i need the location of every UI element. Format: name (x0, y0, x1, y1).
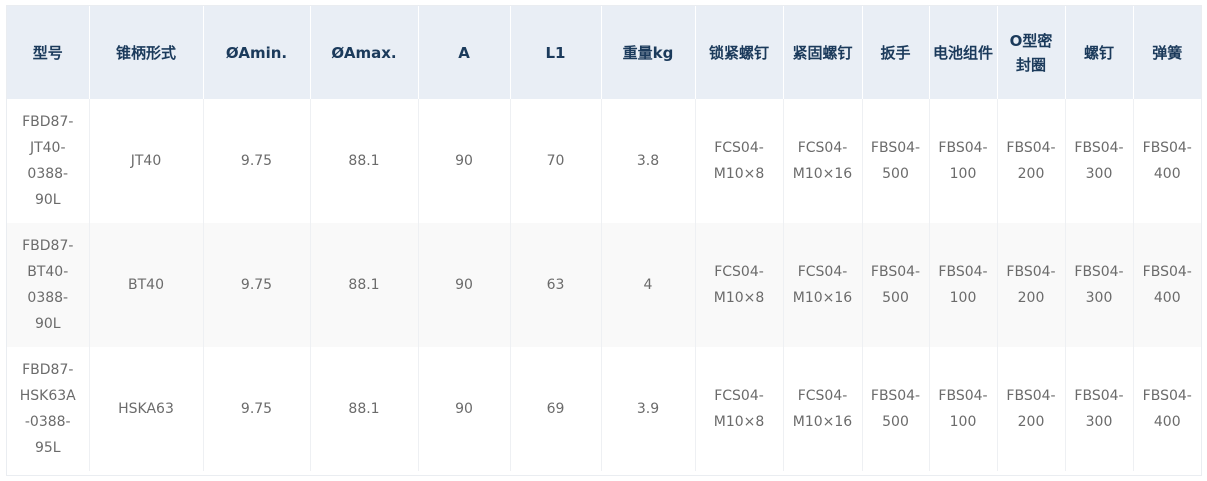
cell-battery-assembly: FBS04-100 (929, 347, 998, 471)
cell-l1: 63 (510, 223, 602, 347)
cell-diameter-max: 88.1 (310, 347, 419, 471)
table-header: 型号 锥柄形式 ØAmin. ØAmax. A L1 重量kg 锁紧螺钉 紧固螺… (7, 6, 1201, 99)
header-diameter-min: ØAmin. (203, 6, 311, 99)
cell-o-ring: FBS04-200 (997, 223, 1066, 347)
header-o-ring-text: O型密封圈 (1009, 31, 1053, 74)
header-spring: 弹簧 (1133, 6, 1201, 99)
cell-shank-type: HSKA63 (89, 347, 204, 471)
header-a: A (418, 6, 511, 99)
header-o-ring: O型密封圈 (997, 6, 1066, 99)
cell-diameter-max: 88.1 (310, 223, 419, 347)
cell-screw: FBS04-300 (1065, 223, 1134, 347)
cell-spring: FBS04-400 (1133, 99, 1201, 223)
cell-screw: FBS04-300 (1065, 347, 1134, 471)
cell-locking-screw-text: FCS04-M10×8 (713, 388, 765, 430)
cell-weight: 4 (601, 223, 696, 347)
page: 型号 锥柄形式 ØAmin. ØAmax. A L1 重量kg 锁紧螺钉 紧固螺… (0, 0, 1207, 481)
cell-a: 90 (418, 99, 511, 223)
cell-model-text: FBD87-HSK63A-0388-95L (19, 362, 76, 456)
cell-spring: FBS04-400 (1133, 223, 1201, 347)
cell-locking-screw: FCS04-M10×8 (695, 223, 784, 347)
header-row: 型号 锥柄形式 ØAmin. ØAmax. A L1 重量kg 锁紧螺钉 紧固螺… (7, 6, 1201, 99)
table-row: FBD87-HSK63A-0388-95L HSKA63 9.75 88.1 9… (7, 347, 1201, 471)
cell-l1: 70 (510, 99, 602, 223)
cell-shank-type: BT40 (89, 223, 204, 347)
cell-o-ring: FBS04-200 (997, 99, 1066, 223)
cell-diameter-max: 88.1 (310, 99, 419, 223)
spec-table: 型号 锥柄形式 ØAmin. ØAmax. A L1 重量kg 锁紧螺钉 紧固螺… (7, 6, 1201, 471)
header-locking-screw: 锁紧螺钉 (695, 6, 784, 99)
table-body: FBD87-JT40-0388-90L JT40 9.75 88.1 90 70… (7, 99, 1201, 471)
cell-locking-screw: FCS04-M10×8 (695, 99, 784, 223)
header-l1: L1 (510, 6, 602, 99)
cell-wrench: FBS04-500 (862, 347, 930, 471)
cell-locking-screw-text: FCS04-M10×8 (713, 140, 765, 182)
spec-table-container: 型号 锥柄形式 ØAmin. ØAmax. A L1 重量kg 锁紧螺钉 紧固螺… (6, 5, 1202, 476)
cell-fastening-screw: FCS04-M10×16 (783, 223, 863, 347)
cell-a: 90 (418, 223, 511, 347)
cell-screw: FBS04-300 (1065, 99, 1134, 223)
cell-locking-screw: FCS04-M10×8 (695, 347, 784, 471)
cell-weight: 3.8 (601, 99, 696, 223)
header-model: 型号 (7, 6, 90, 99)
header-battery-assembly: 电池组件 (929, 6, 998, 99)
cell-model: FBD87-JT40-0388-90L (7, 99, 90, 223)
cell-wrench: FBS04-500 (862, 99, 930, 223)
cell-model: FBD87-BT40-0388-90L (7, 223, 90, 347)
cell-fastening-screw: FCS04-M10×16 (783, 99, 863, 223)
cell-battery-assembly: FBS04-100 (929, 99, 998, 223)
cell-wrench: FBS04-500 (862, 223, 930, 347)
cell-battery-assembly: FBS04-100 (929, 223, 998, 347)
cell-spring: FBS04-400 (1133, 347, 1201, 471)
header-screw: 螺钉 (1065, 6, 1134, 99)
cell-l1: 69 (510, 347, 602, 471)
cell-weight: 3.9 (601, 347, 696, 471)
cell-diameter-min: 9.75 (203, 223, 311, 347)
cell-diameter-min: 9.75 (203, 99, 311, 223)
cell-locking-screw-text: FCS04-M10×8 (713, 264, 765, 306)
cell-a: 90 (418, 347, 511, 471)
cell-model-text: FBD87-BT40-0388-90L (22, 238, 74, 332)
table-row: FBD87-JT40-0388-90L JT40 9.75 88.1 90 70… (7, 99, 1201, 223)
header-weight: 重量kg (601, 6, 696, 99)
header-shank-type: 锥柄形式 (89, 6, 204, 99)
header-fastening-screw: 紧固螺钉 (783, 6, 863, 99)
cell-diameter-min: 9.75 (203, 347, 311, 471)
cell-model-text: FBD87-JT40-0388-90L (22, 114, 74, 208)
cell-shank-type: JT40 (89, 99, 204, 223)
header-diameter-max: ØAmax. (310, 6, 419, 99)
cell-model: FBD87-HSK63A-0388-95L (7, 347, 90, 471)
header-wrench: 扳手 (862, 6, 930, 99)
cell-fastening-screw: FCS04-M10×16 (783, 347, 863, 471)
cell-o-ring: FBS04-200 (997, 347, 1066, 471)
table-row: FBD87-BT40-0388-90L BT40 9.75 88.1 90 63… (7, 223, 1201, 347)
